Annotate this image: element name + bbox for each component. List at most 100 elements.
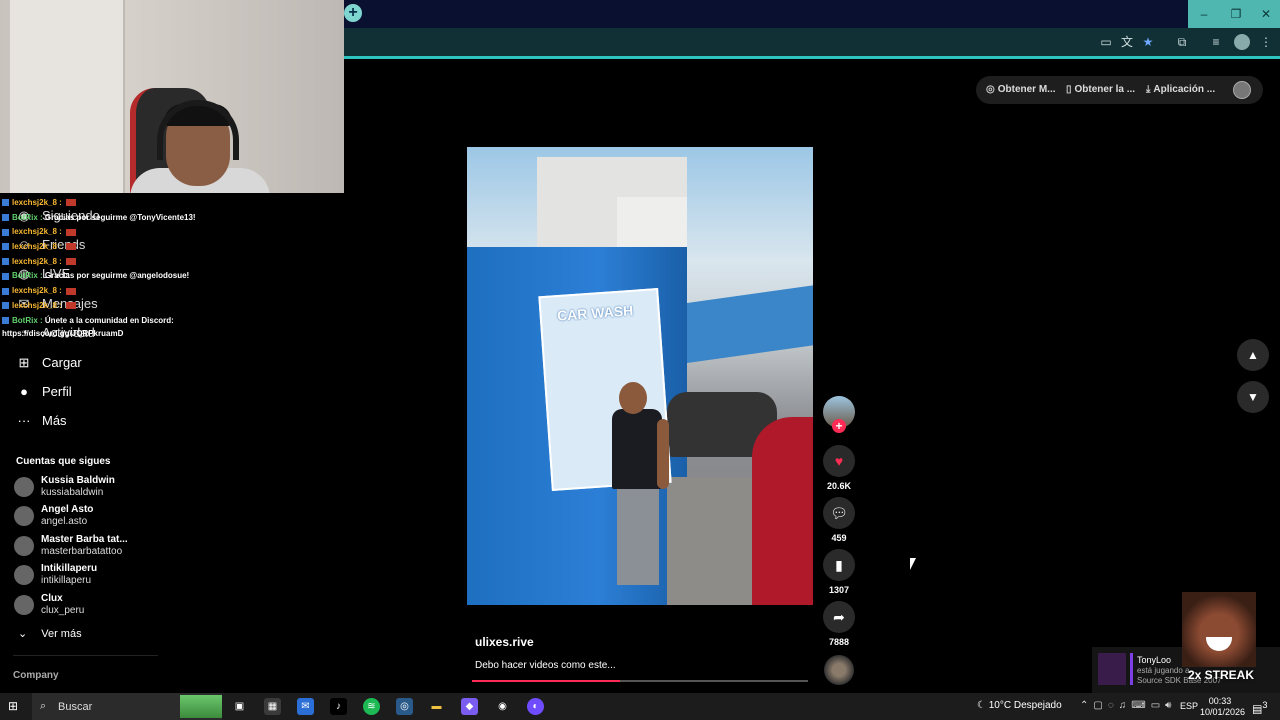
account-name: Angel Asto bbox=[41, 504, 94, 516]
system-tray-icons[interactable]: ⌃▢◌♫⌨▭🔊︎ bbox=[1080, 700, 1176, 711]
chat-emote-icon bbox=[66, 287, 77, 295]
chrome-icon[interactable]: ◎ bbox=[396, 698, 413, 715]
comment-button[interactable]: 💬︎ bbox=[823, 497, 855, 529]
start-button[interactable]: ⊞ bbox=[8, 700, 21, 713]
share-icon: ➦ bbox=[833, 609, 845, 625]
like-count: 20.6K bbox=[826, 481, 852, 491]
next-video-button[interactable]: ▼ bbox=[1237, 381, 1269, 413]
restore-button[interactable]: ❐ bbox=[1220, 0, 1252, 28]
account-handle: angel.asto bbox=[41, 516, 88, 528]
account-name: Clux bbox=[41, 592, 63, 604]
chat-emote-icon bbox=[66, 258, 77, 266]
download-icon: ⤓ bbox=[1146, 84, 1151, 95]
chat-line: lexchsj2k_8 : bbox=[2, 196, 342, 211]
tiktok-icon[interactable]: ♪ bbox=[330, 698, 347, 715]
windows-taskbar: ⊞ ⌕ Buscar ▣ ▦ ✉ ♪ ≋ ◎ ▬ ◆ ◉ ◐ ☾ 10°C De… bbox=[0, 693, 1280, 720]
chat-emote-icon bbox=[66, 199, 77, 207]
get-coins-button[interactable]: ◎ Obtener M... bbox=[986, 84, 1056, 95]
menu-icon[interactable]: ⋮ bbox=[1258, 34, 1274, 50]
chat-badge-icon bbox=[2, 199, 9, 207]
account-avatar bbox=[14, 477, 34, 497]
translate-icon[interactable]: 文 bbox=[1119, 34, 1135, 50]
task-view-icon[interactable]: ▣ bbox=[231, 698, 248, 715]
store-icon[interactable]: ▦ bbox=[264, 698, 281, 715]
search-highlight-art bbox=[180, 695, 222, 718]
chat-line: lexchsj2k_8 : bbox=[2, 255, 342, 270]
new-tab-button[interactable]: + bbox=[344, 4, 362, 22]
streak-user: TonyLoo bbox=[1137, 655, 1172, 665]
chat-badge-icon bbox=[2, 258, 9, 266]
app-icon[interactable]: ◆ bbox=[461, 698, 478, 715]
chat-emote-icon bbox=[66, 228, 77, 236]
bookmark-icon: ▮ bbox=[835, 557, 843, 573]
chat-badge-icon bbox=[2, 272, 9, 280]
previous-video-button[interactable]: ▲ bbox=[1237, 339, 1269, 371]
clock[interactable]: 00:33 10/01/2026 bbox=[1200, 696, 1245, 718]
chat-line: lexchsj2k_8 : bbox=[2, 225, 342, 240]
chat-discord-link[interactable]: https://discord.gg/JQRPkruamD bbox=[2, 328, 342, 340]
desktop-app-button[interactable]: ⤓ Aplicación ... bbox=[1146, 84, 1215, 95]
weather-widget[interactable]: ☾ 10°C Despejado bbox=[977, 700, 1062, 711]
chat-username: BotRix : bbox=[12, 315, 43, 325]
video-player[interactable]: CAR WASH bbox=[467, 147, 813, 605]
browser-toolbar: ▭ 文 ★ ⧉ ≡ ⋮ bbox=[344, 28, 1280, 56]
see-more-button[interactable]: ⌄ Ver más bbox=[18, 627, 82, 640]
mail-icon[interactable]: ✉ bbox=[297, 698, 314, 715]
search-icon: ⌕ bbox=[40, 700, 47, 712]
obs-icon[interactable]: ◉ bbox=[494, 698, 511, 715]
get-app-button[interactable]: ▯ Obtener la ... bbox=[1066, 84, 1135, 95]
music-disc-icon[interactable] bbox=[824, 655, 854, 685]
chat-emote-icon bbox=[66, 302, 77, 310]
star-icon[interactable]: ★ bbox=[1140, 34, 1156, 50]
chat-username: lexchsj2k_8 : bbox=[12, 286, 62, 296]
language-indicator[interactable]: ESP bbox=[1180, 701, 1198, 711]
video-description: Debo hacer videos como este... bbox=[475, 660, 616, 671]
account-name: Intikillaperu bbox=[41, 563, 98, 575]
phone-icon: ▯ bbox=[1066, 84, 1072, 95]
search-placeholder: Buscar bbox=[58, 701, 93, 713]
media-icon[interactable]: ≡ bbox=[1208, 34, 1224, 50]
account-name: Kussia Baldwin bbox=[41, 475, 115, 486]
heart-icon: ♥ bbox=[834, 453, 844, 469]
account-handle: kussiabaldwin bbox=[41, 487, 104, 498]
progress-fill bbox=[472, 680, 620, 682]
account-avatar bbox=[14, 506, 34, 527]
browser-app-icon[interactable]: ◐ bbox=[527, 698, 544, 715]
save-button[interactable]: ▮ bbox=[823, 549, 855, 581]
chat-line: BotRix : Gracias por seguirme @angelodos… bbox=[2, 269, 342, 284]
account-handle: intikillaperu bbox=[41, 575, 92, 587]
spotify-icon[interactable]: ≋ bbox=[363, 698, 380, 715]
chat-badge-icon bbox=[2, 243, 9, 251]
close-window-button[interactable]: ✕ bbox=[1252, 0, 1280, 28]
sidebar-item-profile[interactable]: ● Perfil bbox=[16, 384, 72, 406]
chat-badge-icon bbox=[2, 214, 9, 222]
chat-line: BotRix : Gracias por seguirme @TonyVicen… bbox=[2, 211, 342, 226]
comment-count: 459 bbox=[831, 533, 847, 543]
company-link[interactable]: Company bbox=[13, 670, 59, 681]
file-explorer-icon[interactable]: ▬ bbox=[428, 698, 445, 715]
save-count: 1307 bbox=[828, 585, 850, 595]
chat-line: lexchsj2k_8 : bbox=[2, 299, 342, 314]
chat-message: Únete a la comunidad en Discord: bbox=[44, 315, 174, 325]
minimize-button[interactable]: – bbox=[1188, 0, 1220, 28]
notification-icon[interactable]: ▤3 bbox=[1252, 700, 1268, 716]
like-button[interactable]: ♥ bbox=[823, 445, 855, 477]
chevron-up-icon: ▲ bbox=[1247, 348, 1259, 362]
chat-username: lexchsj2k_8 : bbox=[12, 300, 62, 310]
profile-avatar[interactable] bbox=[1234, 34, 1250, 50]
account-name: Master Barba tat... bbox=[41, 533, 128, 545]
chat-badge-icon bbox=[2, 228, 9, 236]
sidebar-item-upload[interactable]: ⊞ Cargar bbox=[16, 355, 82, 377]
taskbar-search[interactable]: ⌕ Buscar bbox=[32, 693, 222, 720]
account-avatar bbox=[14, 535, 34, 556]
sidebar-item-more[interactable]: ··· Más bbox=[16, 413, 67, 435]
screen-cast-icon[interactable]: ▭ bbox=[1098, 34, 1114, 50]
profile-icon: ● bbox=[20, 384, 28, 399]
chat-message: Gracias por seguirme @TonyVicente13! bbox=[44, 212, 196, 222]
share-button[interactable]: ➦ bbox=[823, 601, 855, 633]
extensions-icon[interactable]: ⧉ bbox=[1174, 34, 1190, 50]
video-author[interactable]: ulixes.rive bbox=[475, 635, 534, 649]
sidebar-divider bbox=[13, 655, 158, 656]
follow-plus-icon[interactable]: + bbox=[832, 419, 846, 433]
user-avatar[interactable] bbox=[1233, 81, 1251, 99]
